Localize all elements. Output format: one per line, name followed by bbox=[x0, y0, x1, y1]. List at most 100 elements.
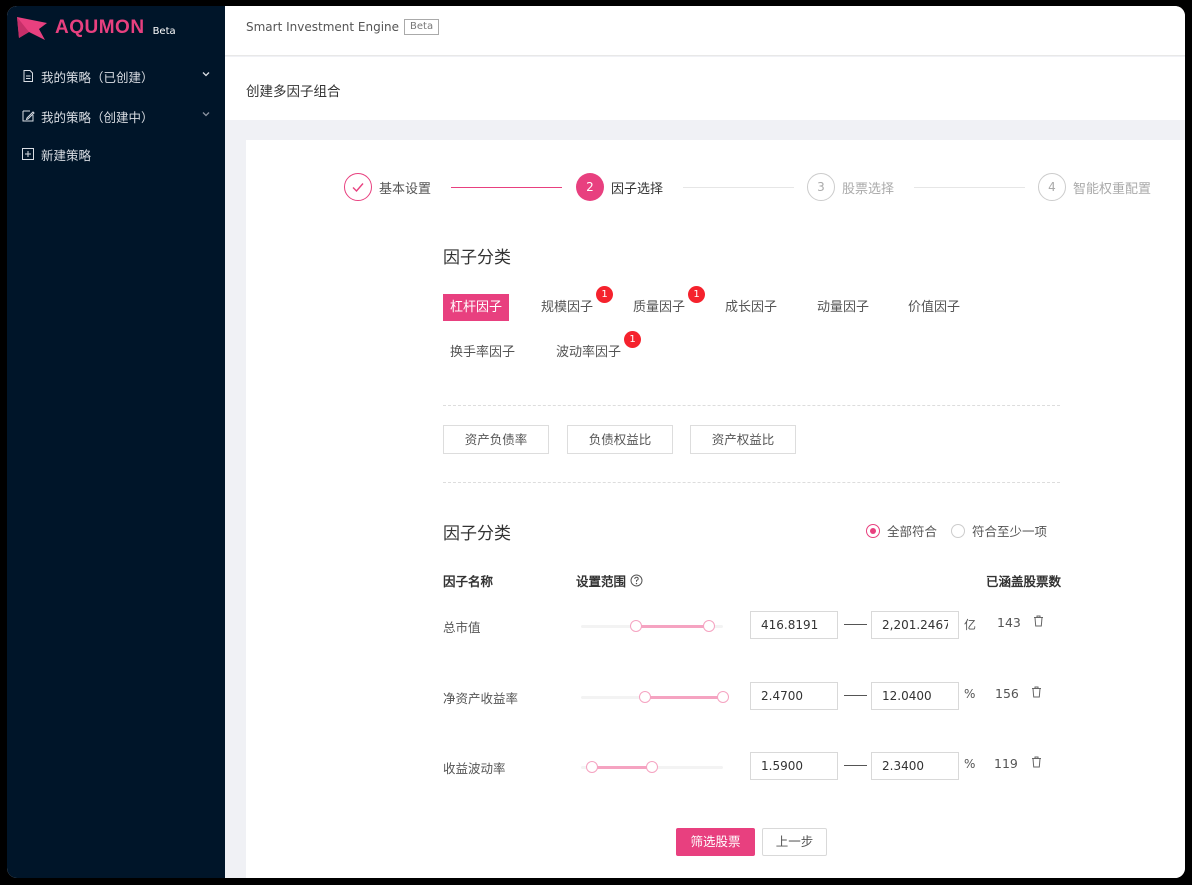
logo[interactable]: AQUMON Beta bbox=[15, 13, 176, 43]
step-basic-settings[interactable]: 基本设置 bbox=[344, 173, 431, 201]
category-quality-badge: 1 bbox=[688, 286, 705, 303]
delete-icon[interactable] bbox=[1033, 615, 1044, 627]
step-factor-selection[interactable]: 2 因子选择 bbox=[576, 173, 663, 201]
stock-count: 119 bbox=[994, 756, 1018, 771]
factor-row-name: 总市值 bbox=[443, 620, 481, 635]
chevron-down-icon bbox=[202, 72, 210, 77]
brand-name: AQUMON bbox=[55, 17, 145, 38]
step-label: 因子选择 bbox=[611, 181, 664, 197]
check-icon bbox=[352, 183, 364, 193]
slider-handle-high[interactable] bbox=[717, 691, 729, 703]
slider-handle-high[interactable] bbox=[646, 761, 658, 773]
category-volatility[interactable]: 波动率因子 bbox=[549, 339, 628, 366]
step-number: 4 bbox=[1038, 173, 1066, 201]
column-header-range-label: 设置范围 bbox=[576, 574, 627, 589]
page-title: 创建多因子组合 bbox=[246, 84, 341, 100]
min-input[interactable] bbox=[750, 682, 838, 710]
category-volatility-badge: 1 bbox=[624, 331, 641, 348]
factor-chip-debt-asset[interactable]: 资产负债率 bbox=[443, 425, 549, 454]
step-weight-allocation[interactable]: 4 智能权重配置 bbox=[1038, 173, 1151, 201]
step-number: 2 bbox=[576, 173, 604, 201]
unit-label: % bbox=[964, 687, 976, 701]
sidebar-item-in-progress[interactable]: 我的策略（创建中） bbox=[7, 103, 225, 129]
sidebar-item-label: 我的策略（创建中） bbox=[41, 109, 154, 125]
top-bar: Smart Investment Engine Beta bbox=[225, 6, 1185, 56]
unit-label: 亿 bbox=[964, 618, 977, 632]
engine-title: Smart Investment Engine Beta bbox=[246, 19, 440, 35]
radio-all-match[interactable]: 全部符合 bbox=[866, 521, 937, 540]
slider-track-fill bbox=[644, 696, 723, 699]
slider-handle-high[interactable] bbox=[702, 620, 715, 632]
column-header-name: 因子名称 bbox=[443, 574, 494, 589]
factor-chip-asset-equity[interactable]: 资产权益比 bbox=[690, 425, 796, 454]
column-header-range: 设置范围 bbox=[576, 571, 643, 590]
divider bbox=[443, 405, 1060, 406]
max-input[interactable] bbox=[871, 611, 959, 639]
selected-title: 因子分类 bbox=[443, 524, 511, 544]
page-header: 创建多因子组合 bbox=[225, 57, 1185, 120]
unit-label: % bbox=[964, 757, 976, 771]
sidebar-item-created[interactable]: 我的策略（已创建） bbox=[7, 63, 225, 89]
delete-icon[interactable] bbox=[1031, 756, 1042, 768]
step-stock-selection[interactable]: 3 股票选择 bbox=[807, 173, 894, 201]
brand-beta: Beta bbox=[152, 25, 176, 37]
step-connector bbox=[914, 187, 1025, 188]
divider bbox=[443, 482, 1060, 483]
sidebar-item-label: 我的策略（已创建） bbox=[41, 69, 154, 85]
min-input[interactable] bbox=[750, 752, 838, 780]
category-value[interactable]: 价值因子 bbox=[901, 294, 967, 321]
category-quality[interactable]: 质量因子 bbox=[626, 294, 692, 321]
slider-track-fill bbox=[592, 766, 652, 769]
factor-row-name: 收益波动率 bbox=[443, 761, 506, 776]
radio-dot bbox=[866, 523, 880, 538]
plus-square-icon bbox=[22, 148, 34, 160]
range-slider[interactable] bbox=[581, 761, 723, 773]
aqumon-logo-icon bbox=[17, 17, 47, 40]
step-connector bbox=[451, 187, 562, 188]
slider-handle-low[interactable] bbox=[638, 691, 651, 703]
sidebar: AQUMON Beta 我的策略（已创建） 我的策略（创建中） 新建策略 bbox=[7, 6, 225, 878]
document-icon bbox=[23, 70, 33, 82]
filter-stocks-button[interactable]: 筛选股票 bbox=[676, 828, 755, 856]
chevron-down-icon bbox=[202, 112, 210, 117]
step-label: 智能权重配置 bbox=[1073, 181, 1152, 197]
step-label: 基本设置 bbox=[379, 181, 432, 197]
max-input[interactable] bbox=[871, 752, 959, 780]
radio-label: 全部符合 bbox=[887, 524, 938, 539]
engine-name: Smart Investment Engine bbox=[246, 20, 400, 34]
radio-dot bbox=[951, 523, 965, 538]
range-separator bbox=[844, 695, 867, 696]
stock-count: 143 bbox=[997, 615, 1021, 630]
delete-icon[interactable] bbox=[1031, 686, 1042, 698]
column-header-count: 已涵盖股票数 bbox=[986, 574, 1062, 589]
range-separator bbox=[844, 624, 867, 625]
stock-count: 156 bbox=[995, 686, 1019, 701]
slider-handle-low[interactable] bbox=[630, 620, 643, 632]
step-done-circle bbox=[344, 173, 372, 201]
help-icon[interactable] bbox=[630, 574, 643, 587]
slider-handle-low[interactable] bbox=[586, 761, 599, 773]
app-window: AQUMON Beta 我的策略（已创建） 我的策略（创建中） 新建策略 Sma… bbox=[7, 6, 1185, 878]
max-input[interactable] bbox=[871, 682, 959, 710]
min-input[interactable] bbox=[750, 611, 838, 639]
category-size[interactable]: 规模因子 bbox=[534, 294, 600, 321]
step-number: 3 bbox=[807, 173, 835, 201]
category-growth[interactable]: 成长因子 bbox=[718, 294, 784, 321]
range-slider[interactable] bbox=[581, 620, 723, 632]
category-size-badge: 1 bbox=[596, 286, 613, 303]
sidebar-item-new[interactable]: 新建策略 bbox=[7, 141, 225, 167]
radio-any-match[interactable]: 符合至少一项 bbox=[951, 521, 1047, 540]
step-label: 股票选择 bbox=[842, 181, 895, 197]
radio-label: 符合至少一项 bbox=[972, 524, 1048, 539]
previous-step-button[interactable]: 上一步 bbox=[762, 828, 827, 856]
range-separator bbox=[844, 765, 867, 766]
category-title: 因子分类 bbox=[443, 248, 511, 268]
factor-row-name: 净资产收益率 bbox=[443, 691, 519, 706]
category-leverage[interactable]: 杠杆因子 bbox=[443, 294, 510, 321]
range-slider[interactable] bbox=[581, 691, 729, 703]
category-momentum[interactable]: 动量因子 bbox=[810, 294, 876, 321]
factor-chip-debt-equity[interactable]: 负债权益比 bbox=[567, 425, 673, 454]
category-turnover[interactable]: 换手率因子 bbox=[443, 339, 522, 366]
sidebar-item-label: 新建策略 bbox=[41, 147, 92, 163]
beta-tag: Beta bbox=[404, 19, 440, 35]
